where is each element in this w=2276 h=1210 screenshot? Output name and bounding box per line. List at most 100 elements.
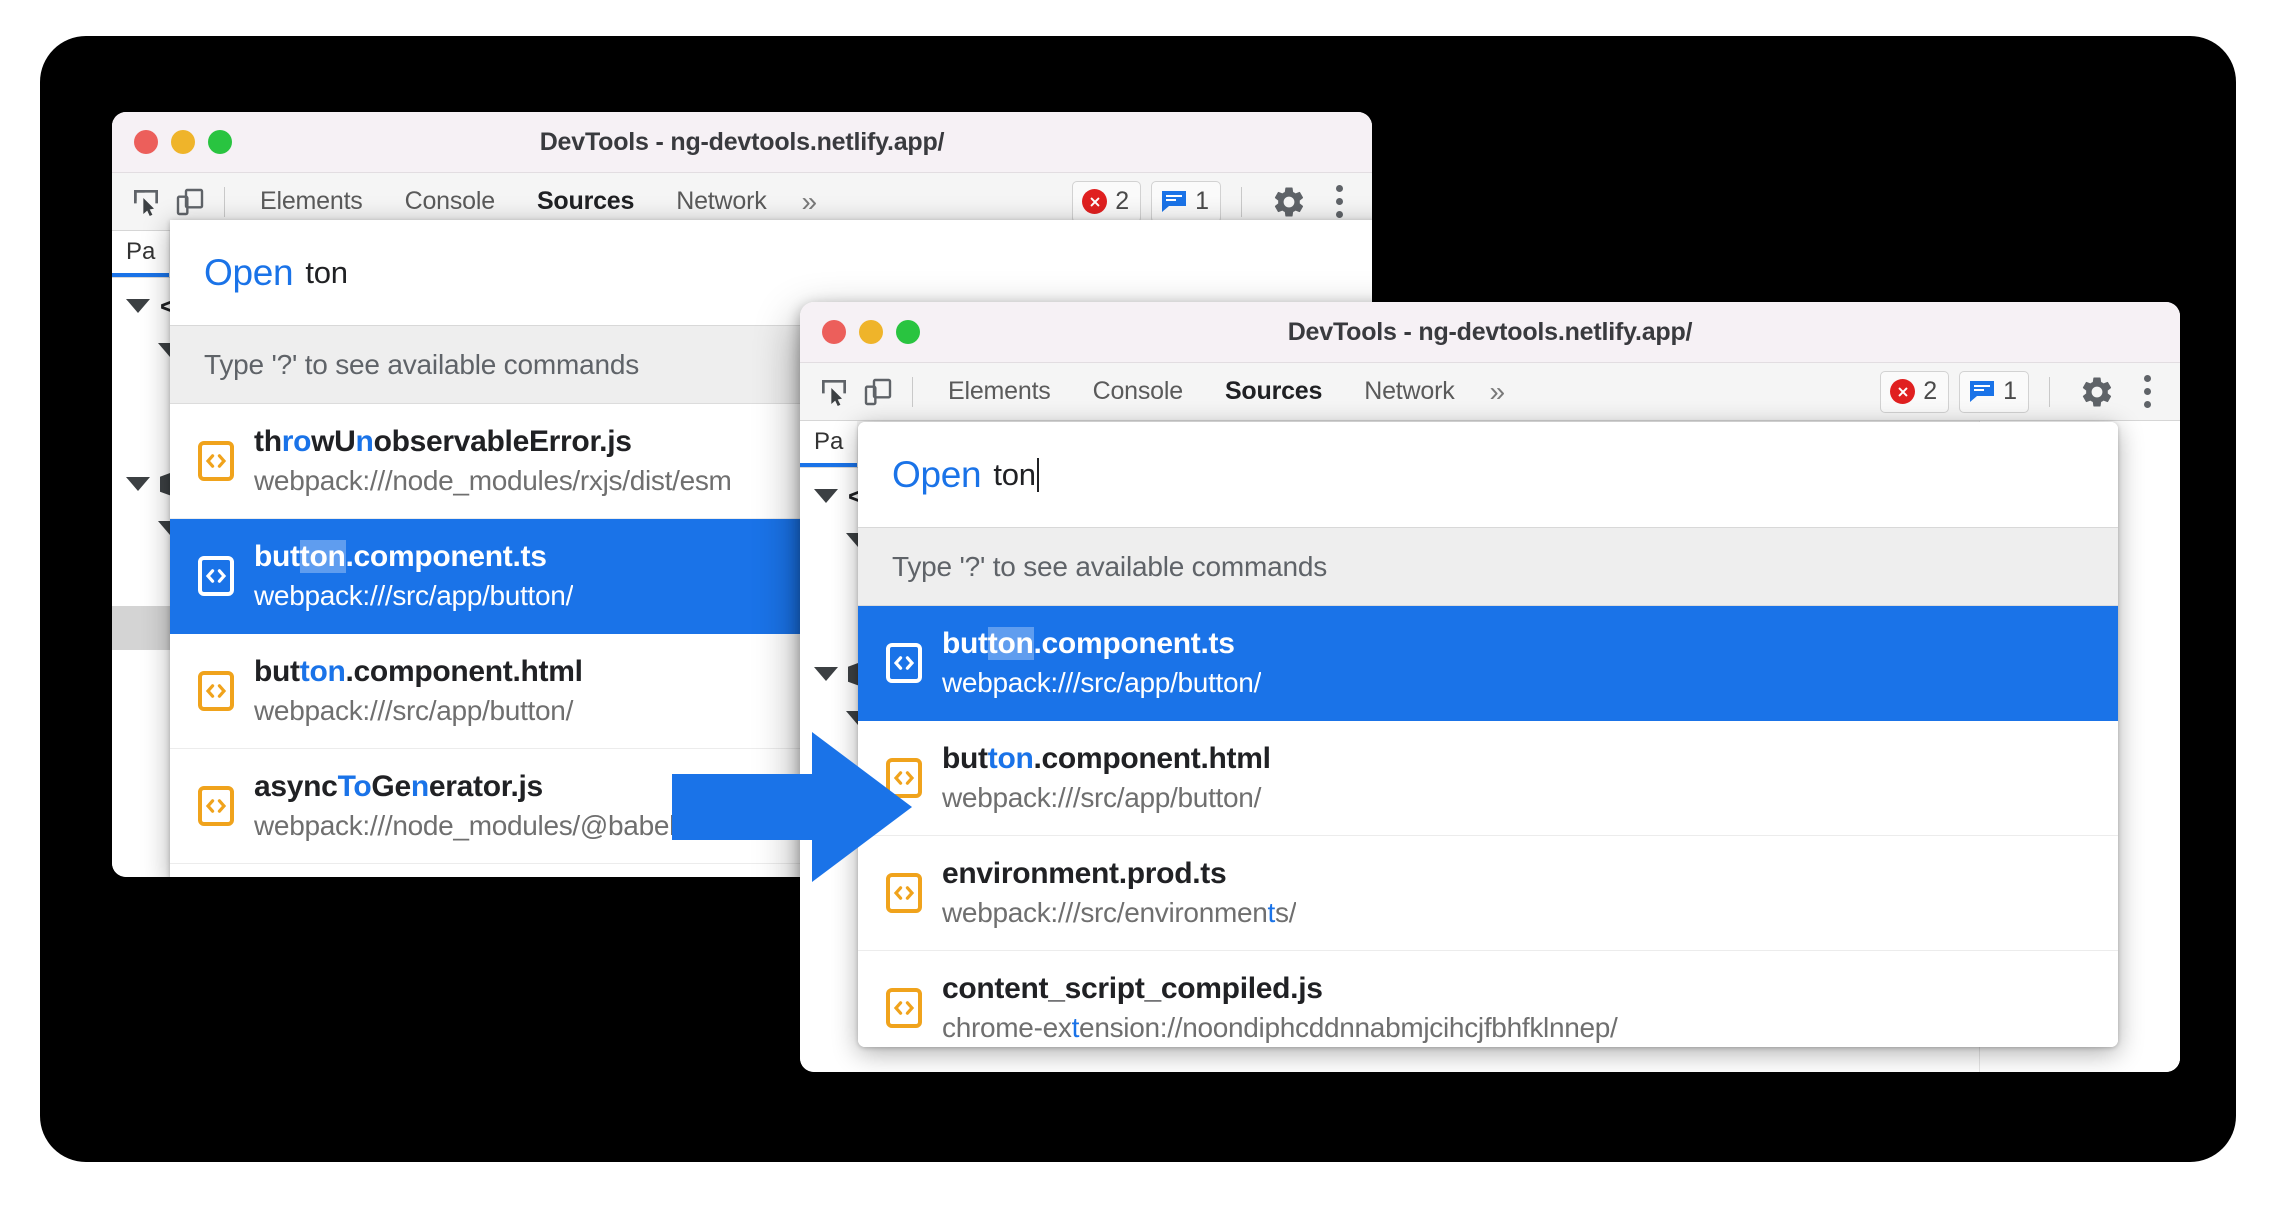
list-item-subtitle: chrome-extension://noondiphcddnnabmjcihc… (942, 1011, 1618, 1043)
message-count-badge[interactable]: 1 (1151, 180, 1221, 223)
panel-tabs-back[interactable]: Elements Console Sources Network » (239, 186, 831, 218)
list-item-name: asyncToGenerator.js (254, 770, 543, 804)
palette-input-front[interactable]: Open ton (858, 422, 2118, 528)
pane-tab-page[interactable]: Pa (112, 231, 170, 277)
list-item[interactable]: button.component.ts webpack:///src/app/b… (858, 606, 2118, 721)
tab-elements[interactable]: Elements (239, 187, 384, 216)
tab-console[interactable]: Console (1072, 377, 1204, 406)
list-item-text: throwUnobservableError.js webpack:///nod… (254, 423, 732, 499)
list-item-text: button.component.html webpack:///src/app… (942, 740, 1271, 816)
list-item-text: button.component.ts webpack:///src/app/b… (942, 625, 1261, 701)
right-arrow-annotation (672, 732, 912, 887)
message-bubble-icon (1161, 190, 1187, 213)
screenshot-root: DevTools - ng-devtools.netlify.app/ Elem… (0, 0, 2276, 1210)
list-item-text: asyncToGenerator.js webpack:///node_modu… (254, 768, 683, 844)
list-item-name: button.component.html (254, 655, 583, 689)
list-item-subtitle: webpack:///src/app/button/ (942, 666, 1262, 698)
traffic-lights-front[interactable] (822, 320, 920, 344)
traffic-lights-back[interactable] (134, 130, 232, 154)
inspect-element-icon[interactable] (814, 372, 854, 412)
file-code-icon (198, 556, 234, 596)
zoom-button[interactable] (896, 320, 920, 344)
list-item-subtitle: webpack:///src/environments/ (942, 896, 1297, 928)
error-count-badge[interactable]: 2 (1072, 180, 1142, 223)
more-vertical-icon[interactable] (1322, 180, 1356, 224)
list-item-subtitle: webpack:///src/app/button/ (254, 579, 574, 611)
list-item-name: button.component.html (942, 742, 1271, 776)
file-code-icon (886, 643, 922, 683)
palette-prefix: Open (204, 251, 294, 293)
list-item-subtitle: webpack:///src/app/button/ (254, 694, 574, 726)
list-item-subtitle: webpack:///node_modules/rxjs/dist/esm (254, 464, 732, 496)
error-circle-icon (1082, 189, 1108, 214)
command-palette-front[interactable]: Open ton Type '?' to see available comma… (858, 422, 2118, 1047)
pane-tab-page[interactable]: Pa (800, 421, 858, 467)
devtools-window-front[interactable]: DevTools - ng-devtools.netlify.app/ Elem… (800, 302, 2180, 1072)
message-count: 1 (2003, 377, 2017, 405)
device-toolbar-icon[interactable] (170, 182, 210, 222)
chevron-down-icon[interactable] (814, 667, 838, 681)
list-item-subtitle: webpack:///src/app/button/ (942, 781, 1262, 813)
tab-console[interactable]: Console (384, 187, 516, 216)
message-count: 1 (1195, 187, 1209, 215)
error-count: 2 (1923, 377, 1938, 405)
more-tabs-chevron-icon[interactable]: » (788, 186, 831, 218)
list-item-name: environment.prod.ts (942, 857, 1227, 891)
message-count-badge[interactable]: 1 (1959, 370, 2029, 413)
palette-prefix: Open (892, 453, 982, 495)
list-item[interactable]: environment.prod.ts webpack:///src/envir… (858, 836, 2118, 951)
file-code-icon (198, 786, 234, 826)
titlebar-back: DevTools - ng-devtools.netlify.app/ (112, 112, 1372, 173)
gear-icon[interactable] (2074, 369, 2120, 415)
inspect-element-icon[interactable] (126, 182, 166, 222)
error-count: 2 (1115, 187, 1130, 215)
chevron-down-icon[interactable] (814, 489, 838, 503)
tab-sources[interactable]: Sources (516, 187, 655, 216)
list-item-text: button.component.html webpack:///src/app… (254, 653, 583, 729)
window-title-front: DevTools - ng-devtools.netlify.app/ (1287, 317, 1693, 346)
close-button[interactable] (134, 130, 158, 154)
palette-query: ton (993, 456, 1036, 492)
palette-results-front[interactable]: button.component.ts webpack:///src/app/b… (858, 606, 2118, 1047)
list-item-text: content_script_compiled.js chrome-extens… (942, 970, 1618, 1046)
tab-sources[interactable]: Sources (1204, 377, 1343, 406)
file-code-icon (198, 441, 234, 481)
gear-icon[interactable] (1266, 179, 1312, 225)
toolbar-right-back[interactable]: 2 1 (1072, 179, 1356, 225)
file-code-icon (198, 671, 234, 711)
file-code-icon (886, 988, 922, 1028)
tab-network[interactable]: Network (1343, 377, 1475, 406)
list-item-subtitle: webpack:///node_modules/@babel/ (254, 809, 683, 841)
devtools-toolbar-front[interactable]: Elements Console Sources Network » 2 1 (800, 363, 2180, 421)
more-tabs-chevron-icon[interactable]: » (1476, 376, 1519, 408)
message-bubble-icon (1969, 380, 1995, 403)
chevron-down-icon[interactable] (126, 477, 150, 491)
titlebar-front: DevTools - ng-devtools.netlify.app/ (800, 302, 2180, 363)
palette-query: ton (305, 254, 348, 290)
close-button[interactable] (822, 320, 846, 344)
list-item[interactable]: content_script_compiled.js chrome-extens… (858, 951, 2118, 1047)
zoom-button[interactable] (208, 130, 232, 154)
toolbar-right-front[interactable]: 2 1 (1880, 369, 2164, 415)
minimize-button[interactable] (859, 320, 883, 344)
tab-network[interactable]: Network (655, 187, 787, 216)
list-item-text: button.component.ts webpack:///src/app/b… (254, 538, 573, 614)
list-item-name: button.component.ts (254, 540, 547, 574)
palette-hint-front: Type '?' to see available commands (858, 528, 2118, 606)
device-toolbar-icon[interactable] (858, 372, 898, 412)
minimize-button[interactable] (171, 130, 195, 154)
more-vertical-icon[interactable] (2130, 370, 2164, 414)
error-count-badge[interactable]: 2 (1880, 370, 1950, 413)
list-item-name: content_script_compiled.js (942, 972, 1323, 1006)
toolbar-divider-2 (1241, 186, 1242, 217)
chevron-down-icon[interactable] (126, 299, 150, 313)
tab-elements[interactable]: Elements (927, 377, 1072, 406)
error-circle-icon (1890, 379, 1916, 404)
panel-tabs-front[interactable]: Elements Console Sources Network » (927, 376, 1519, 408)
list-item-text: environment.prod.ts webpack:///src/envir… (942, 855, 1296, 931)
window-title-back: DevTools - ng-devtools.netlify.app/ (539, 127, 945, 156)
list-item[interactable]: button.component.html webpack:///src/app… (858, 721, 2118, 836)
text-cursor (1036, 457, 1039, 492)
list-item-name: button.component.ts (942, 627, 1235, 661)
toolbar-divider (224, 186, 225, 217)
